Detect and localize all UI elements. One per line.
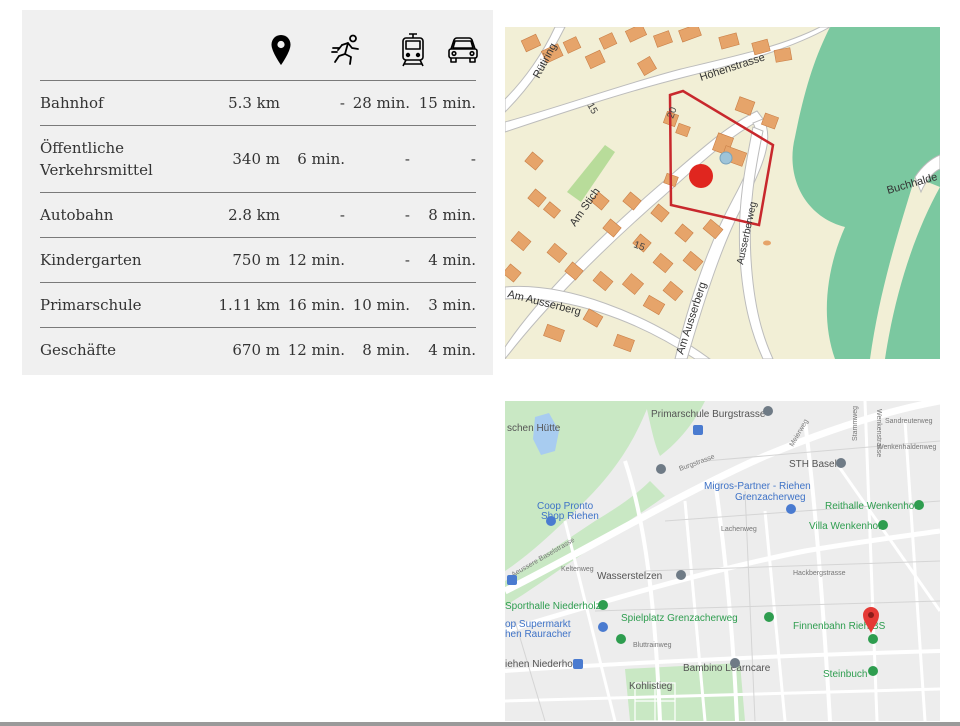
poi-label: Grenzacherweg bbox=[735, 492, 806, 503]
street-label: Bluttrainweg bbox=[633, 642, 672, 649]
poi-label: Migros-Partner - Riehen bbox=[704, 481, 811, 492]
distance-value: 5.3 km bbox=[228, 94, 280, 112]
location-marker-icon bbox=[689, 164, 713, 188]
cadastral-map[interactable]: Rütiring Höhenstrasse Am Stich Am Ausser… bbox=[505, 27, 940, 359]
transit-time: 8 min. bbox=[362, 341, 410, 359]
park-pin-icon bbox=[616, 634, 626, 644]
walk-time: 12 min. bbox=[287, 341, 345, 359]
table-row: Kindergarten 750 m 12 min. - 4 min. bbox=[40, 237, 476, 282]
distance-value: 1.11 km bbox=[218, 296, 280, 314]
table-row: Primarschule 1.11 km 16 min. 10 min. 3 m… bbox=[40, 282, 476, 327]
walking-person-icon bbox=[322, 32, 372, 68]
walk-time: 6 min. bbox=[297, 150, 345, 168]
sports-pin-icon bbox=[598, 600, 608, 610]
street-label: Wenkenhaldenweg bbox=[877, 444, 937, 451]
walk-time: - bbox=[339, 206, 345, 224]
shop-pin-icon bbox=[786, 504, 796, 514]
bus-stop-icon bbox=[507, 575, 517, 585]
distance-rows: Bahnhof 5.3 km - 28 min. 15 min. Öffentl… bbox=[40, 80, 476, 372]
row-label: Kindergarten bbox=[40, 251, 142, 269]
school-pin-icon bbox=[763, 406, 773, 416]
poi-label: STH Basel bbox=[789, 459, 837, 470]
row-label: Geschäfte bbox=[40, 341, 117, 359]
pool-icon bbox=[719, 151, 733, 165]
transit-time: - bbox=[404, 251, 410, 269]
poi-label: Bambino Learncare bbox=[683, 663, 771, 674]
location-pin-icon bbox=[256, 32, 306, 68]
divider bbox=[0, 722, 960, 726]
row-label: Autobahn bbox=[40, 206, 114, 224]
distance-value: 670 m bbox=[232, 341, 280, 359]
street-map[interactable]: Primarschule Burgstrasse schen Hütte Bur… bbox=[505, 401, 940, 721]
poi-label: Kohlistieg bbox=[629, 681, 672, 692]
street-label: Lachenweg bbox=[721, 526, 757, 533]
car-time: 15 min. bbox=[418, 94, 476, 112]
street-label: Sandreuterweg bbox=[885, 418, 933, 425]
poi-label: Primarschule Burgstrasse bbox=[651, 409, 766, 420]
bus-stop-icon bbox=[573, 659, 583, 669]
street-label: Keltenweg bbox=[561, 566, 594, 573]
park-pin-icon bbox=[914, 500, 924, 510]
poi-label: iehen Niederholz bbox=[505, 659, 580, 670]
distance-value: 2.8 km bbox=[228, 206, 280, 224]
tram-icon bbox=[388, 32, 438, 68]
shop-pin-icon bbox=[546, 516, 556, 526]
transit-time: 10 min. bbox=[352, 296, 410, 314]
row-label: Öffentliche Verkehrsmittel bbox=[40, 139, 153, 179]
poi-label: Villa Wenkenhof bbox=[809, 521, 881, 532]
distance-value: 340 m bbox=[232, 150, 280, 168]
poi-label: hen Rauracher bbox=[505, 629, 572, 640]
walk-time: 12 min. bbox=[287, 251, 345, 269]
car-time: 8 min. bbox=[428, 206, 476, 224]
shop-pin-icon bbox=[598, 622, 608, 632]
table-row: Öffentliche Verkehrsmittel 340 m 6 min. … bbox=[40, 125, 476, 192]
poi-label: schen Hütte bbox=[507, 423, 561, 434]
table-row: Geschäfte 670 m 12 min. 8 min. 4 min. bbox=[40, 327, 476, 372]
transport-icon-row bbox=[40, 32, 478, 68]
school-pin-icon bbox=[836, 458, 846, 468]
school-pin-icon bbox=[676, 570, 686, 580]
table-row: Autobahn 2.8 km - - 8 min. bbox=[40, 192, 476, 237]
school-pin-icon bbox=[656, 464, 666, 474]
school-pin-icon bbox=[730, 658, 740, 668]
bus-stop-icon bbox=[693, 425, 703, 435]
car-time: 3 min. bbox=[428, 296, 476, 314]
car-time: - bbox=[470, 150, 476, 168]
distance-value: 750 m bbox=[232, 251, 280, 269]
poi-label: Reithalle Wenkenhof bbox=[825, 501, 917, 512]
table-row: Bahnhof 5.3 km - 28 min. 15 min. bbox=[40, 80, 476, 125]
car-time: 4 min. bbox=[428, 251, 476, 269]
transit-time: - bbox=[404, 206, 410, 224]
building bbox=[763, 240, 771, 246]
transit-time: 28 min. bbox=[352, 94, 410, 112]
car-time: 4 min. bbox=[428, 341, 476, 359]
street-label: Hackbergstrasse bbox=[793, 570, 846, 577]
poi-label: Sporthalle Niederholz bbox=[505, 601, 601, 612]
row-label: Bahnhof bbox=[40, 94, 104, 112]
row-label: Primarschule bbox=[40, 296, 142, 314]
poi-label: Wasserstelzen bbox=[597, 571, 662, 582]
park-pin-icon bbox=[868, 666, 878, 676]
street-label: Stammweg bbox=[852, 406, 859, 441]
park-pin-icon bbox=[878, 520, 888, 530]
street-label: Wenkenstrasse bbox=[875, 409, 882, 457]
walk-time: - bbox=[339, 94, 345, 112]
park-pin-icon bbox=[764, 612, 774, 622]
poi-label: Steinbuch bbox=[823, 669, 867, 680]
poi-label: Spielplatz Grenzacherweg bbox=[621, 613, 738, 624]
walk-time: 16 min. bbox=[287, 296, 345, 314]
park-pin-icon bbox=[868, 634, 878, 644]
transit-time: - bbox=[404, 150, 410, 168]
car-icon bbox=[438, 32, 488, 68]
distance-table: Bahnhof 5.3 km - 28 min. 15 min. Öffentl… bbox=[22, 10, 493, 375]
